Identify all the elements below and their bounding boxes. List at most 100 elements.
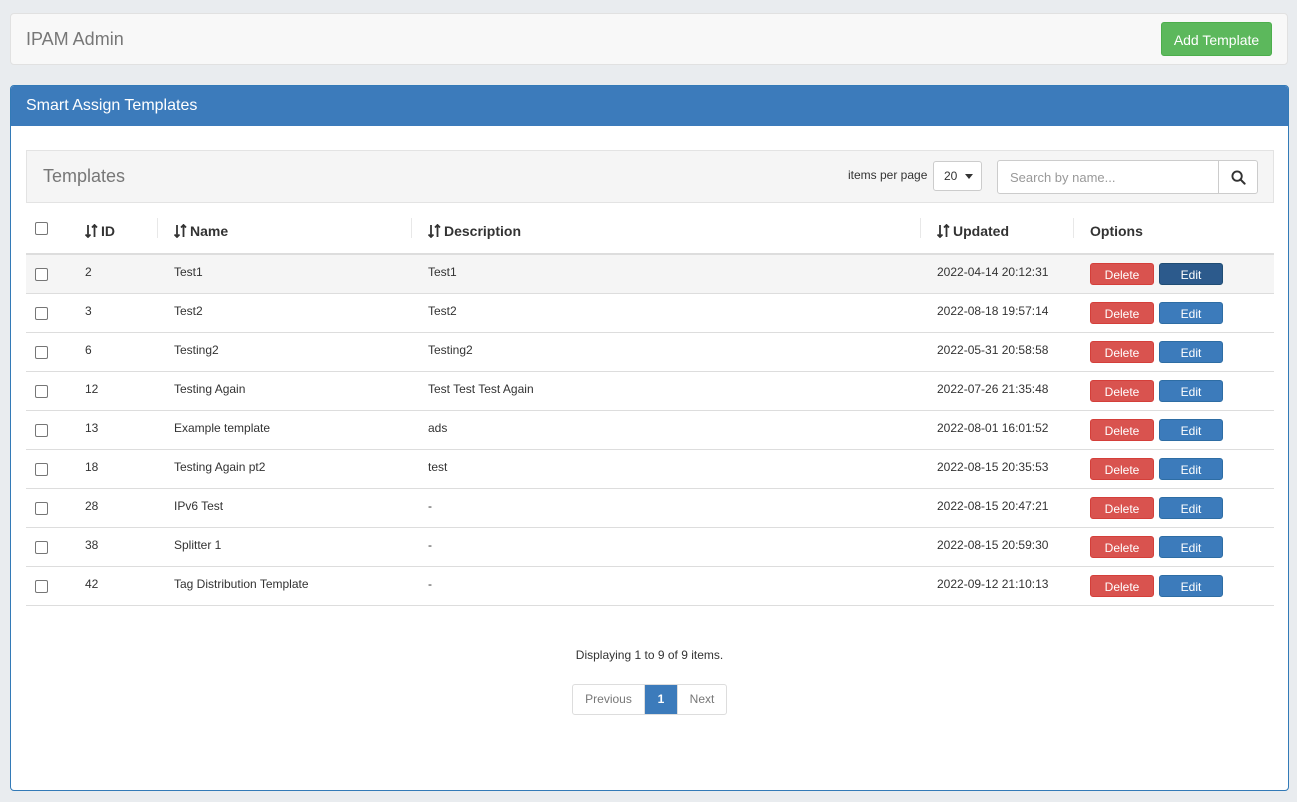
- table-row: 28 IPv6 Test - 2022-08-15 20:47:21 Delet…: [26, 489, 1274, 528]
- table-row: 2 Test1 Test1 2022-04-14 20:12:31 Delete…: [26, 255, 1274, 294]
- delete-button[interactable]: Delete: [1090, 536, 1154, 558]
- edit-button[interactable]: Edit: [1159, 458, 1223, 480]
- current-page-button[interactable]: 1: [645, 685, 677, 714]
- row-name: Test1: [174, 265, 203, 279]
- column-divider: [1073, 218, 1074, 238]
- row-description: -: [428, 538, 432, 552]
- column-header-description[interactable]: Description: [428, 223, 521, 239]
- delete-button[interactable]: Delete: [1090, 302, 1154, 324]
- row-description: ads: [428, 421, 448, 435]
- row-id: 18: [85, 460, 99, 474]
- edit-button[interactable]: Edit: [1159, 302, 1223, 324]
- row-checkbox[interactable]: [35, 463, 48, 476]
- row-updated: 2022-04-14 20:12:31: [937, 265, 1049, 279]
- column-divider: [157, 218, 158, 238]
- next-page-button[interactable]: Next: [677, 685, 726, 714]
- row-name: Testing Again pt2: [174, 460, 266, 474]
- sort-icon: [174, 224, 187, 238]
- edit-button[interactable]: Edit: [1159, 380, 1223, 402]
- search-icon: [1231, 170, 1246, 185]
- row-name: Splitter 1: [174, 538, 222, 552]
- delete-button[interactable]: Delete: [1090, 458, 1154, 480]
- row-name: Tag Distribution Template: [174, 577, 309, 591]
- edit-button[interactable]: Edit: [1159, 341, 1223, 363]
- row-description: Test Test Test Again: [428, 382, 534, 396]
- row-id: 2: [85, 265, 92, 279]
- row-id: 42: [85, 577, 99, 591]
- table-row: 12 Testing Again Test Test Test Again 20…: [26, 372, 1274, 411]
- row-updated: 2022-07-26 21:35:48: [937, 382, 1049, 396]
- row-id: 13: [85, 421, 99, 435]
- row-description: -: [428, 499, 432, 513]
- table-row: 18 Testing Again pt2 test 2022-08-15 20:…: [26, 450, 1274, 489]
- sort-icon: [428, 224, 441, 238]
- row-updated: 2022-08-15 20:47:21: [937, 499, 1049, 513]
- edit-button[interactable]: Edit: [1159, 263, 1223, 285]
- row-name: Test2: [174, 304, 203, 318]
- sort-icon: [85, 224, 98, 238]
- previous-page-button[interactable]: Previous: [573, 685, 645, 714]
- items-per-page-value: 20: [944, 169, 958, 183]
- row-description: test: [428, 460, 448, 474]
- edit-button[interactable]: Edit: [1159, 419, 1223, 441]
- delete-button[interactable]: Delete: [1090, 380, 1154, 402]
- row-name: Testing2: [174, 343, 219, 357]
- top-bar: IPAM Admin Add Template: [10, 13, 1288, 65]
- search-button[interactable]: [1218, 160, 1258, 194]
- toolbar-title: Templates: [43, 166, 126, 186]
- panel-title: Smart Assign Templates: [11, 86, 1288, 126]
- add-template-button[interactable]: Add Template: [1161, 22, 1272, 56]
- row-updated: 2022-09-12 21:10:13: [937, 577, 1049, 591]
- row-id: 3: [85, 304, 92, 318]
- edit-button[interactable]: Edit: [1159, 497, 1223, 519]
- row-checkbox[interactable]: [35, 502, 48, 515]
- delete-button[interactable]: Delete: [1090, 263, 1154, 285]
- row-checkbox[interactable]: [35, 580, 48, 593]
- row-description: Testing2: [428, 343, 473, 357]
- row-updated: 2022-08-01 16:01:52: [937, 421, 1049, 435]
- caret-down-icon: [965, 174, 973, 179]
- column-header-id[interactable]: ID: [85, 223, 115, 239]
- templates-table: ID Name Description Updated Options 2 Te…: [26, 212, 1274, 606]
- row-description: -: [428, 577, 432, 591]
- row-description: Test1: [428, 265, 457, 279]
- delete-button[interactable]: Delete: [1090, 575, 1154, 597]
- column-divider: [411, 218, 412, 238]
- pagination-summary: Displaying 1 to 9 of 9 items.: [575, 648, 724, 662]
- row-checkbox[interactable]: [35, 346, 48, 359]
- edit-button[interactable]: Edit: [1159, 536, 1223, 558]
- column-header-name[interactable]: Name: [174, 223, 228, 239]
- row-id: 6: [85, 343, 92, 357]
- row-id: 28: [85, 499, 99, 513]
- templates-panel: Smart Assign Templates Templates items p…: [10, 85, 1289, 791]
- row-id: 38: [85, 538, 99, 552]
- row-checkbox[interactable]: [35, 307, 48, 320]
- row-checkbox[interactable]: [35, 268, 48, 281]
- table-header: ID Name Description Updated Options: [26, 212, 1274, 255]
- delete-button[interactable]: Delete: [1090, 341, 1154, 363]
- table-row: 13 Example template ads 2022-08-01 16:01…: [26, 411, 1274, 450]
- column-header-updated[interactable]: Updated: [937, 223, 1009, 239]
- column-divider: [920, 218, 921, 238]
- row-checkbox[interactable]: [35, 385, 48, 398]
- edit-button[interactable]: Edit: [1159, 575, 1223, 597]
- sort-icon: [937, 224, 950, 238]
- row-checkbox[interactable]: [35, 541, 48, 554]
- row-name: IPv6 Test: [174, 499, 224, 513]
- row-updated: 2022-08-15 20:59:30: [937, 538, 1049, 552]
- table-row: 6 Testing2 Testing2 2022-05-31 20:58:58 …: [26, 333, 1274, 372]
- table-toolbar: Templates items per page 20: [26, 150, 1274, 203]
- row-updated: 2022-08-18 19:57:14: [937, 304, 1049, 318]
- row-checkbox[interactable]: [35, 424, 48, 437]
- select-all-checkbox[interactable]: [35, 222, 48, 235]
- row-description: Test2: [428, 304, 457, 318]
- app-title: IPAM Admin: [26, 29, 124, 49]
- table-row: 42 Tag Distribution Template - 2022-09-1…: [26, 567, 1274, 606]
- column-header-options: Options: [1090, 223, 1143, 239]
- search-input[interactable]: [997, 160, 1219, 194]
- row-id: 12: [85, 382, 99, 396]
- delete-button[interactable]: Delete: [1090, 497, 1154, 519]
- row-updated: 2022-08-15 20:35:53: [937, 460, 1049, 474]
- items-per-page-select[interactable]: 20: [933, 161, 982, 191]
- delete-button[interactable]: Delete: [1090, 419, 1154, 441]
